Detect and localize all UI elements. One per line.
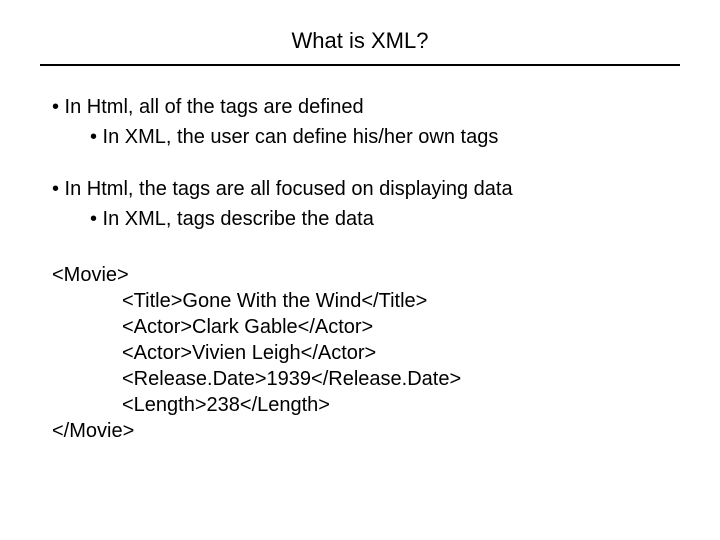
slide: What is XML? • In Html, all of the tags …	[0, 0, 720, 540]
code-line: <Actor>Clark Gable</Actor>	[52, 314, 680, 340]
code-line: <Length>238</Length>	[52, 392, 680, 418]
bullet-level2: • In XML, the user can define his/her ow…	[52, 124, 680, 150]
code-line: <Title>Gone With the Wind</Title>	[52, 288, 680, 314]
code-line: <Actor>Vivien Leigh</Actor>	[52, 340, 680, 366]
code-line: <Release.Date>1939</Release.Date>	[52, 366, 680, 392]
code-block: <Movie> <Title>Gone With the Wind</Title…	[52, 262, 680, 444]
code-line: <Movie>	[52, 262, 680, 288]
bullet-level1: • In Html, the tags are all focused on d…	[52, 176, 680, 202]
code-line: </Movie>	[52, 418, 680, 444]
title-divider	[40, 64, 680, 66]
slide-title: What is XML?	[40, 28, 680, 64]
spacer	[52, 150, 680, 176]
slide-content: • In Html, all of the tags are defined •…	[40, 94, 680, 444]
bullet-level1: • In Html, all of the tags are defined	[52, 94, 680, 120]
bullet-level2: • In XML, tags describe the data	[52, 206, 680, 232]
